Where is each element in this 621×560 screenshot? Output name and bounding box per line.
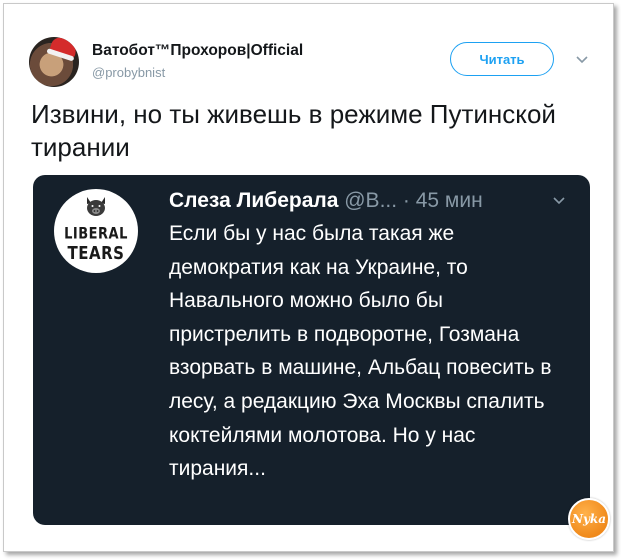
embedded-chevron-down-icon [553, 197, 565, 205]
avatar[interactable] [29, 37, 79, 87]
embedded-tweet-header: Слеза Либерала @В... · 45 мин [169, 189, 483, 213]
embedded-tweet-meta: @В... · 45 мин [338, 189, 483, 212]
follow-button[interactable]: Читать [450, 42, 554, 76]
embedded-author-name: Слеза Либерала [169, 189, 339, 212]
embedded-screenshot[interactable]: LIBERAL TEARS Слеза Либерала @В... · 45 … [33, 175, 590, 525]
author-handle[interactable]: @probybnist [92, 65, 165, 80]
pig-head-icon [87, 197, 105, 216]
tweet-card: Ватобот™Прохоров|Official @probybnist Чи… [3, 3, 614, 552]
watermark-text: Nyka [571, 512, 607, 526]
embedded-tweet-text: Если бы у нас была такая же демократия к… [169, 222, 552, 481]
tweet-text: Извини, но ты живешь в режиме Путинской … [31, 99, 556, 162]
liberal-tears-logo: LIBERAL TEARS [54, 189, 138, 273]
watermark-logo: Nyka [568, 498, 610, 540]
logo-text-line2: TEARS [67, 242, 125, 264]
santa-hat-icon [49, 37, 79, 59]
chevron-down-icon[interactable] [576, 56, 588, 64]
logo-text-line1: LIBERAL [64, 225, 128, 244]
author-name[interactable]: Ватобот™Прохоров|Official [92, 42, 303, 60]
